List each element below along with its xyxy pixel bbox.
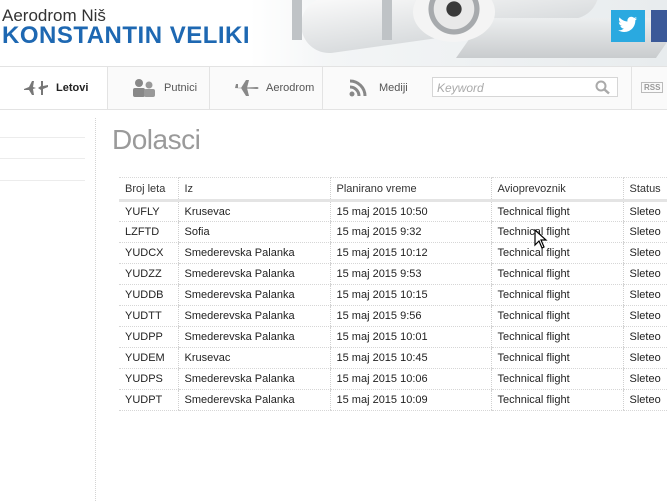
airline-cell: Technical flight (490, 221, 623, 243)
airline-cell: Technical flight (490, 347, 623, 369)
scheduled-time-cell: 15 maj 2015 10:06 (329, 368, 491, 390)
flight-number-cell: YUDPT (119, 389, 178, 411)
table-row: YUFLY Krusevac 15 maj 2015 10:50 Technical … (119, 200, 667, 222)
twitter-icon (618, 16, 637, 32)
site-logo-title[interactable]: KONSTANTIN VELIKI (2, 22, 250, 50)
airline-cell: Technical flight (490, 326, 623, 348)
scheduled-time-cell: 15 maj 2015 10:45 (329, 347, 491, 369)
plane-arrivals-icon (22, 78, 50, 98)
sidebar-divider (0, 137, 85, 138)
scheduled-time-cell: 15 maj 2015 9:32 (329, 221, 491, 243)
nav-item-label: Aerodrom (266, 82, 315, 94)
status-cell: Sleteo (622, 326, 667, 348)
nav-item-mediji[interactable]: Mediji (323, 67, 420, 109)
search-placeholder: Keyword (437, 81, 484, 95)
table-row: YUDZZ Smederevska Palanka 15 maj 2015 9:53… (119, 263, 667, 285)
nav-item-label: Putnici (164, 82, 198, 94)
scheduled-time-cell: 15 maj 2015 10:50 (329, 200, 491, 222)
banner-plane-strut (382, 0, 392, 40)
rss-feed-icon (345, 78, 373, 98)
origin-cell: Smederevska Palanka (177, 242, 330, 264)
status-cell: Sleteo (622, 305, 667, 327)
scheduled-time-cell: 15 maj 2015 10:01 (329, 326, 491, 348)
origin-cell: Smederevska Palanka (177, 263, 330, 285)
table-header-row: Broj leta Iz Planirano vreme Avioprevozn… (119, 177, 667, 202)
scheduled-time-cell: 15 maj 2015 9:56 (329, 305, 491, 327)
site-header: Aerodrom Niš KONSTANTIN VELIKI (0, 0, 667, 66)
flight-number-cell: YUDTT (119, 305, 178, 327)
sidebar-divider (0, 180, 85, 181)
table-row: YUDDB Smederevska Palanka 15 maj 2015 10:1… (119, 284, 667, 306)
rss-link[interactable]: RSS (641, 82, 664, 93)
flight-number-cell: YUDZZ (119, 263, 178, 285)
origin-cell: Smederevska Palanka (177, 305, 330, 327)
column-header-scheduled[interactable]: Planirano vreme (329, 177, 491, 202)
mouse-cursor-icon (534, 229, 548, 249)
column-header-status[interactable]: Status (622, 177, 667, 202)
origin-cell: Smederevska Palanka (177, 389, 330, 411)
status-cell: Sleteo (622, 347, 667, 369)
nav-item-aerodrom[interactable]: Aerodrom (210, 67, 323, 109)
nav-item-label: Letovi (56, 82, 89, 94)
table-row: YUDPT Smederevska Palanka 15 maj 2015 10:0… (119, 389, 667, 411)
flight-number-cell: LZFTD (119, 221, 178, 243)
scheduled-time-cell: 15 maj 2015 10:09 (329, 389, 491, 411)
status-cell: Sleteo (622, 242, 667, 264)
origin-cell: Smederevska Palanka (177, 326, 330, 348)
nav-divider (631, 67, 632, 109)
flight-number-cell: YUDCX (119, 242, 178, 264)
column-header-flight[interactable]: Broj leta (119, 177, 178, 202)
origin-cell: Krusevac (177, 200, 330, 222)
nav-item-label: Mediji (379, 82, 408, 94)
status-cell: Sleteo (622, 221, 667, 243)
flight-number-cell: YUDPS (119, 368, 178, 390)
nav-item-letovi[interactable]: Letovi (0, 67, 108, 109)
airline-cell: Technical flight (490, 200, 623, 222)
airline-cell: Technical flight (490, 368, 623, 390)
banner-plane-strut (292, 0, 302, 40)
airline-cell: Technical flight (490, 389, 623, 411)
scheduled-time-cell: 15 maj 2015 9:53 (329, 263, 491, 285)
status-cell: Sleteo (622, 263, 667, 285)
twitter-button[interactable] (611, 10, 645, 42)
origin-cell: Sofia (177, 221, 330, 243)
sidebar-divider (0, 158, 85, 159)
airline-cell: Technical flight (490, 263, 623, 285)
facebook-button[interactable] (651, 10, 667, 42)
status-cell: Sleteo (622, 368, 667, 390)
passengers-icon (130, 78, 158, 98)
main-nav: Letovi Putnici Aerodrom Mediji Keyword R… (0, 66, 667, 110)
origin-cell: Smederevska Palanka (177, 284, 330, 306)
flight-number-cell: YUDEM (119, 347, 178, 369)
flight-number-cell: YUDPP (119, 326, 178, 348)
table-row: YUDPS Smederevska Palanka 15 maj 2015 10:0… (119, 368, 667, 390)
origin-cell: Krusevac (177, 347, 330, 369)
arrivals-table: Broj leta Iz Planirano vreme Avioprevozn… (119, 177, 667, 411)
flight-number-cell: YUDDB (119, 284, 178, 306)
table-row: YUDPP Smederevska Palanka 15 maj 2015 10:0… (119, 326, 667, 348)
page-title: Dolasci (112, 124, 201, 155)
search-icon[interactable] (595, 80, 611, 100)
scheduled-time-cell: 15 maj 2015 10:12 (329, 242, 491, 264)
airline-cell: Technical flight (490, 284, 623, 306)
column-header-from[interactable]: Iz (177, 177, 330, 202)
table-row: YUDTT Smederevska Palanka 15 maj 2015 9:56… (119, 305, 667, 327)
status-cell: Sleteo (622, 284, 667, 306)
nav-item-putnici[interactable]: Putnici (108, 67, 210, 109)
scheduled-time-cell: 15 maj 2015 10:15 (329, 284, 491, 306)
status-cell: Sleteo (622, 200, 667, 222)
table-row: YUDEM Krusevac 15 maj 2015 10:45 Technical … (119, 347, 667, 369)
airline-cell: Technical flight (490, 305, 623, 327)
table-row: LZFTD Sofia 15 maj 2015 9:32 Technical flig… (119, 221, 667, 243)
origin-cell: Smederevska Palanka (177, 368, 330, 390)
column-divider (95, 118, 97, 501)
airline-cell: Technical flight (490, 242, 623, 264)
airplane-icon (232, 78, 260, 98)
flight-number-cell: YUFLY (119, 200, 178, 222)
column-header-airline[interactable]: Avioprevoznik (490, 177, 623, 202)
table-row: YUDCX Smederevska Palanka 15 maj 2015 10:1… (119, 242, 667, 264)
search-input[interactable]: Keyword (432, 77, 618, 97)
status-cell: Sleteo (622, 389, 667, 411)
